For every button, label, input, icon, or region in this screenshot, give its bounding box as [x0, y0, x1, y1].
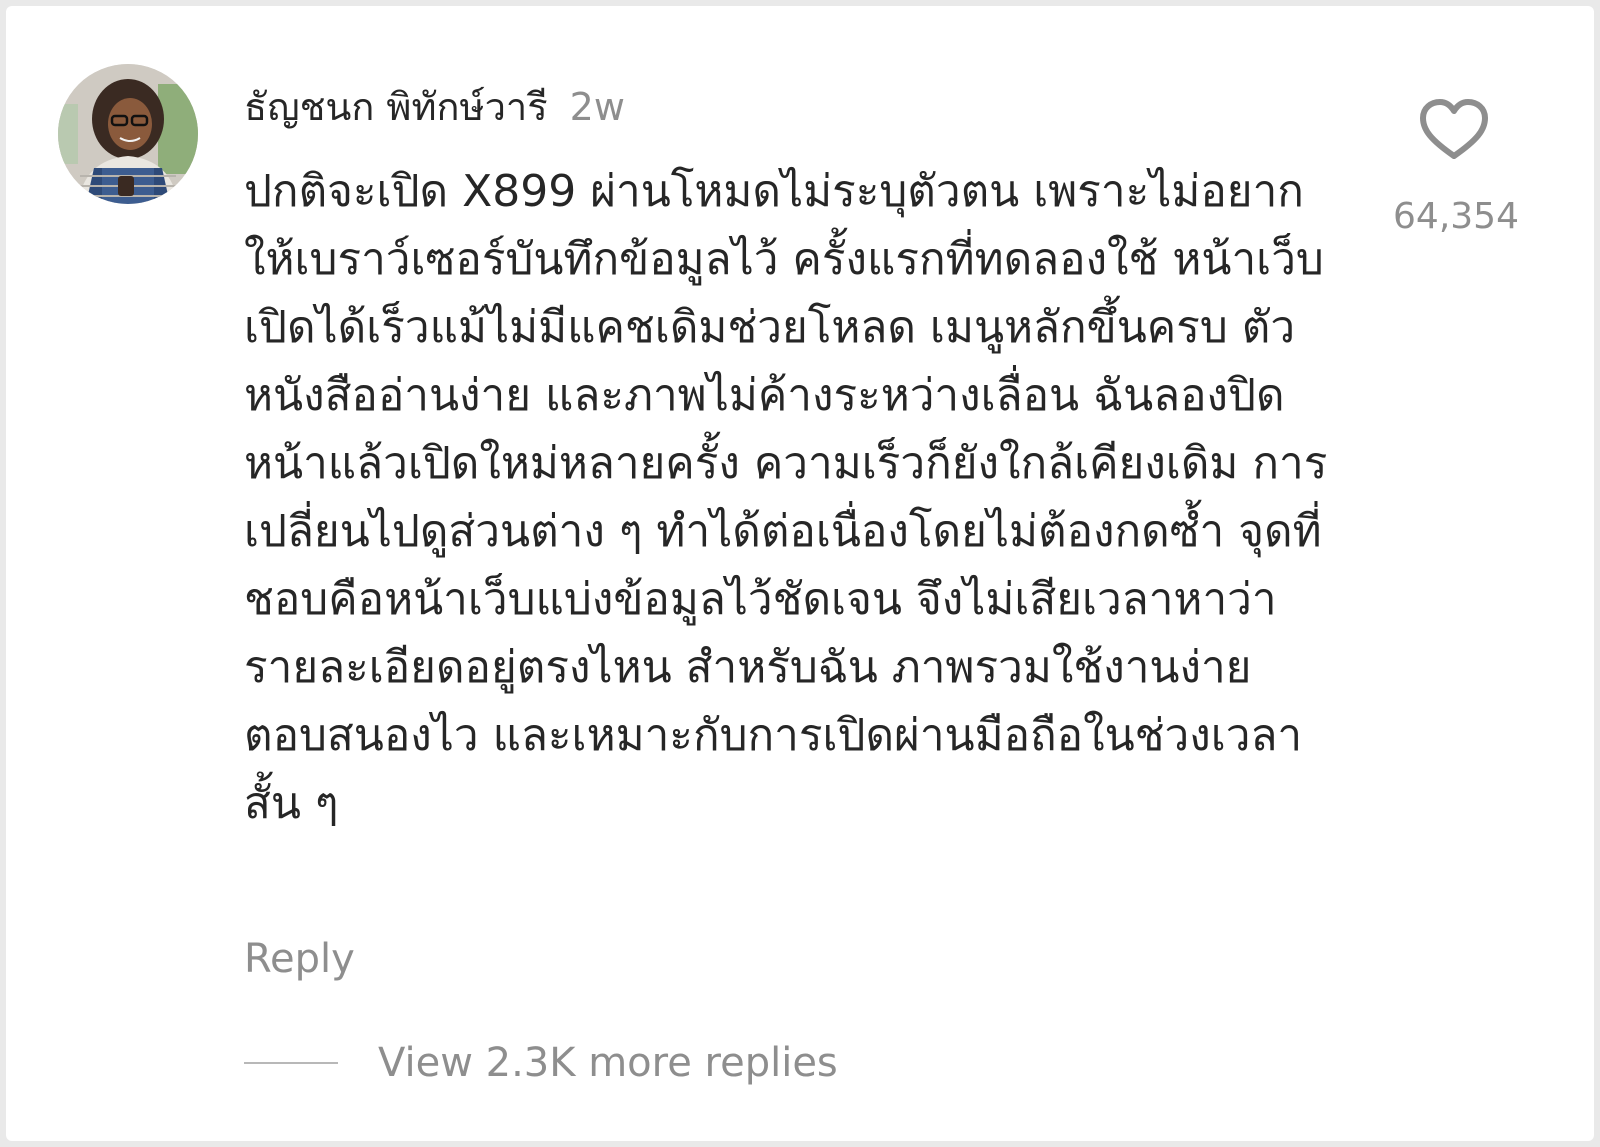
view-more-replies-label: View 2.3K more replies	[378, 1040, 838, 1086]
comment-card: ธัญชนก พิทักษ์วารี 2w ปกติจะเปิด X899 ผ่…	[6, 6, 1594, 1141]
comment-header: ธัญชนก พิทักษ์วารี 2w	[244, 76, 625, 136]
reply-button[interactable]: Reply	[244, 936, 355, 982]
like-count: 64,354	[1393, 196, 1519, 237]
avatar-image	[58, 64, 198, 204]
divider-line	[244, 1062, 338, 1064]
like-button[interactable]	[1419, 98, 1489, 162]
avatar[interactable]	[58, 64, 198, 204]
view-more-replies-button[interactable]: View 2.3K more replies	[244, 1040, 838, 1086]
username[interactable]: ธัญชนก พิทักษ์วารี	[244, 76, 548, 137]
heart-outline-icon	[1420, 99, 1488, 159]
comment-text: ปกติจะเปิด X899 ผ่านโหมดไม่ระบุตัวตน เพร…	[244, 166, 1328, 829]
timestamp: 2w	[569, 85, 625, 129]
